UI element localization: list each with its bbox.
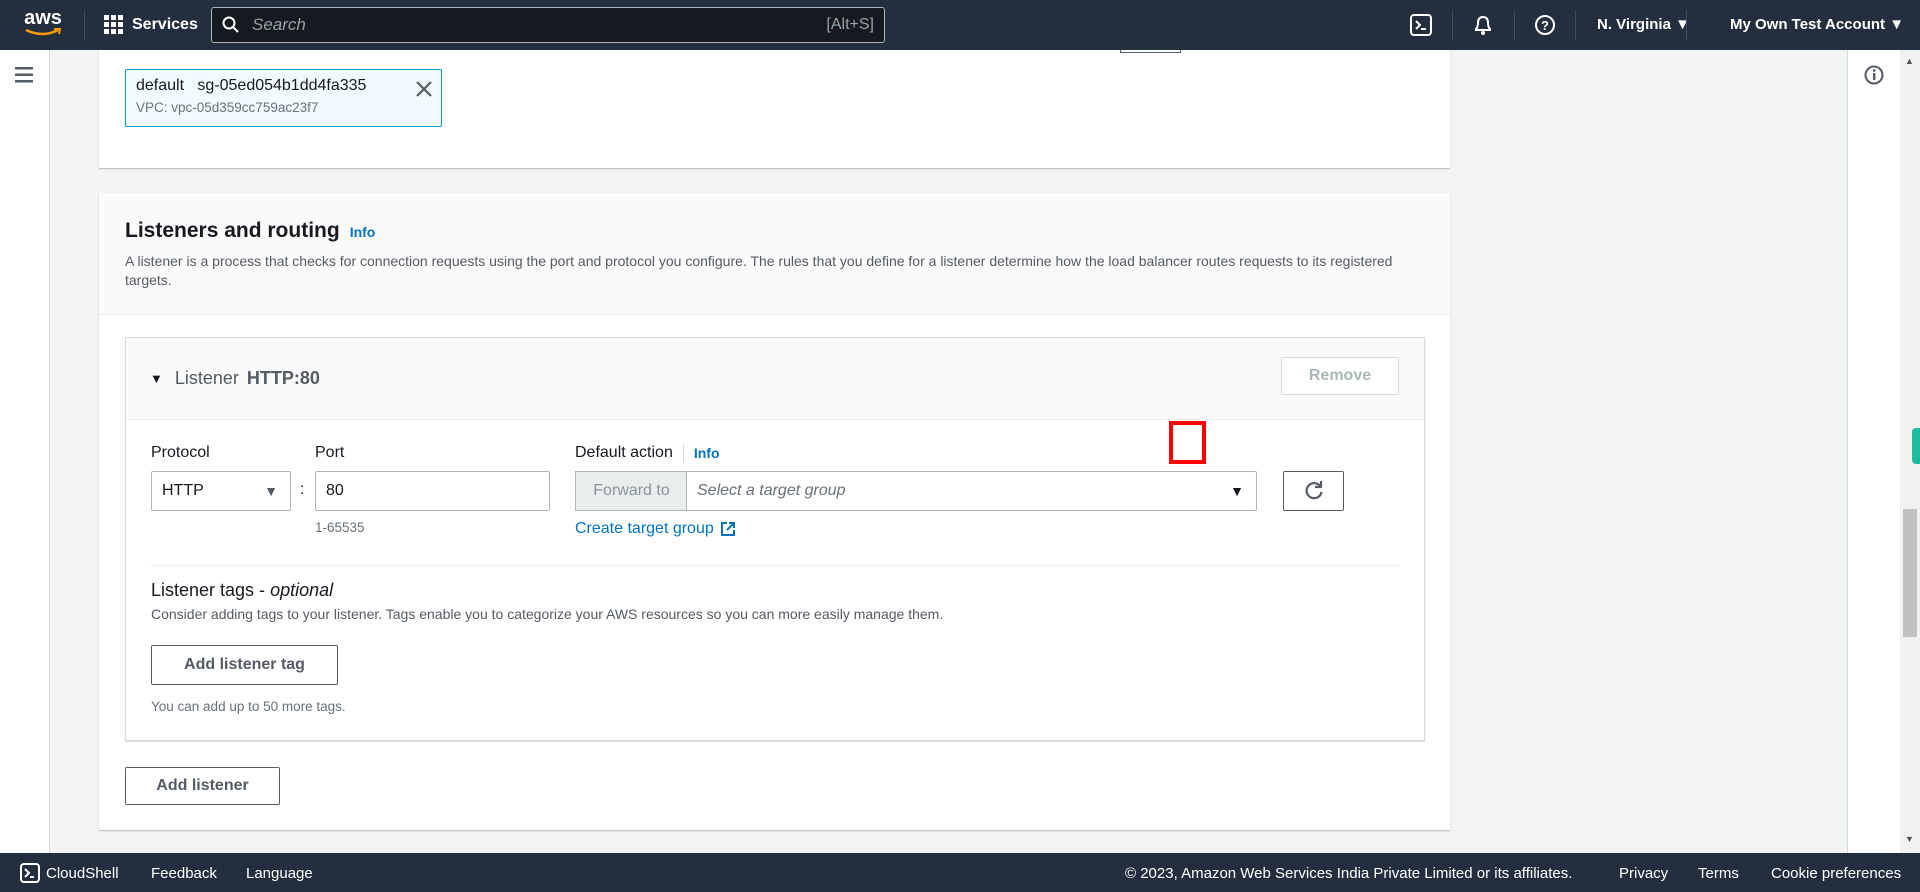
section-title: Listeners and routing (125, 219, 340, 242)
protocol-label: Protocol (151, 444, 210, 461)
port-input[interactable]: 80 (315, 471, 550, 511)
services-menu[interactable]: Services (104, 15, 198, 35)
security-groups-panel: default sg-05ed054b1dd4fa335 VPC: vpc-05… (99, 50, 1450, 168)
privacy-link[interactable]: Privacy (1619, 865, 1668, 882)
listener-tags-title: Listener tags - optional (151, 580, 334, 600)
caret-down-icon: ▼ (1230, 483, 1244, 499)
button-remnant (1120, 50, 1181, 53)
protocol-select[interactable]: HTTP ▼ (151, 471, 291, 511)
search-icon (222, 16, 239, 33)
listener-tags-description: Consider adding tags to your listener. T… (151, 606, 944, 622)
side-navigation (0, 50, 50, 853)
grid-icon (104, 15, 123, 34)
section-description: A listener is a process that checks for … (125, 253, 1393, 288)
target-group-select[interactable]: Select a target group ▼ (686, 471, 1257, 511)
tags-hint: You can add up to 50 more tags. (151, 699, 346, 714)
refresh-icon (1305, 481, 1323, 500)
scrollbar-thumb[interactable] (1903, 509, 1917, 637)
region-selector[interactable]: N. Virginia ▼ (1597, 16, 1690, 33)
help-icon[interactable]: ? (1534, 14, 1556, 36)
cookie-preferences-link[interactable]: Cookie preferences (1771, 865, 1901, 882)
remove-button[interactable]: Remove (1281, 357, 1399, 395)
caret-down-icon: ▼ (264, 483, 278, 499)
svg-text:?: ? (1541, 18, 1549, 33)
menu-icon[interactable] (15, 67, 33, 83)
cloudshell-button[interactable]: CloudShell (20, 863, 119, 883)
forward-to-label: Forward to (575, 471, 687, 511)
search-input[interactable]: Search [Alt+S] (211, 7, 885, 43)
default-action-label: Default action (575, 444, 684, 462)
info-icon[interactable] (1864, 65, 1884, 85)
caret-down-icon: ▼ (1889, 16, 1905, 33)
feedback-tab[interactable] (1912, 428, 1920, 464)
account-menu[interactable]: My Own Test Account ▼ (1730, 16, 1904, 33)
external-link-icon (720, 522, 735, 536)
port-hint: 1-65535 (315, 520, 365, 535)
bell-icon[interactable] (1472, 13, 1494, 37)
language-link[interactable]: Language (246, 865, 313, 882)
add-listener-button[interactable]: Add listener (125, 767, 280, 805)
refresh-button[interactable] (1283, 471, 1344, 511)
listeners-panel: Listeners and routing Info A listener is… (99, 193, 1450, 830)
caret-down-icon: ▼ (1675, 16, 1690, 33)
highlight-box (1169, 421, 1206, 464)
footer: CloudShell Feedback Language © 2023, Ama… (0, 853, 1920, 892)
top-navigation: aws Services Search [Alt+S] ? N. Virgini… (0, 0, 1920, 50)
cloudshell-icon (20, 863, 40, 883)
default-action-info-link[interactable]: Info (694, 445, 720, 461)
scroll-up-icon[interactable]: ▲ (1905, 56, 1914, 66)
port-label: Port (315, 444, 345, 461)
listener-container: ▼ Listener HTTP:80 Remove Protocol HTTP … (125, 337, 1425, 741)
feedback-link[interactable]: Feedback (151, 865, 217, 882)
cloudshell-icon[interactable] (1410, 14, 1432, 36)
aws-logo[interactable]: aws (22, 8, 64, 40)
tools-panel (1847, 50, 1900, 853)
security-group-chip: default sg-05ed054b1dd4fa335 VPC: vpc-05… (125, 69, 442, 127)
create-target-group-link[interactable]: Create target group (575, 520, 736, 538)
info-link[interactable]: Info (350, 224, 376, 240)
terms-link[interactable]: Terms (1698, 865, 1739, 882)
scroll-down-icon[interactable]: ▼ (1905, 834, 1914, 844)
caret-down-icon: ▼ (150, 371, 163, 386)
listener-expand-toggle[interactable]: ▼ Listener HTTP:80 (150, 368, 320, 389)
copyright: © 2023, Amazon Web Services India Privat… (1125, 865, 1573, 882)
add-listener-tag-button[interactable]: Add listener tag (151, 645, 338, 685)
close-icon[interactable] (415, 80, 433, 98)
